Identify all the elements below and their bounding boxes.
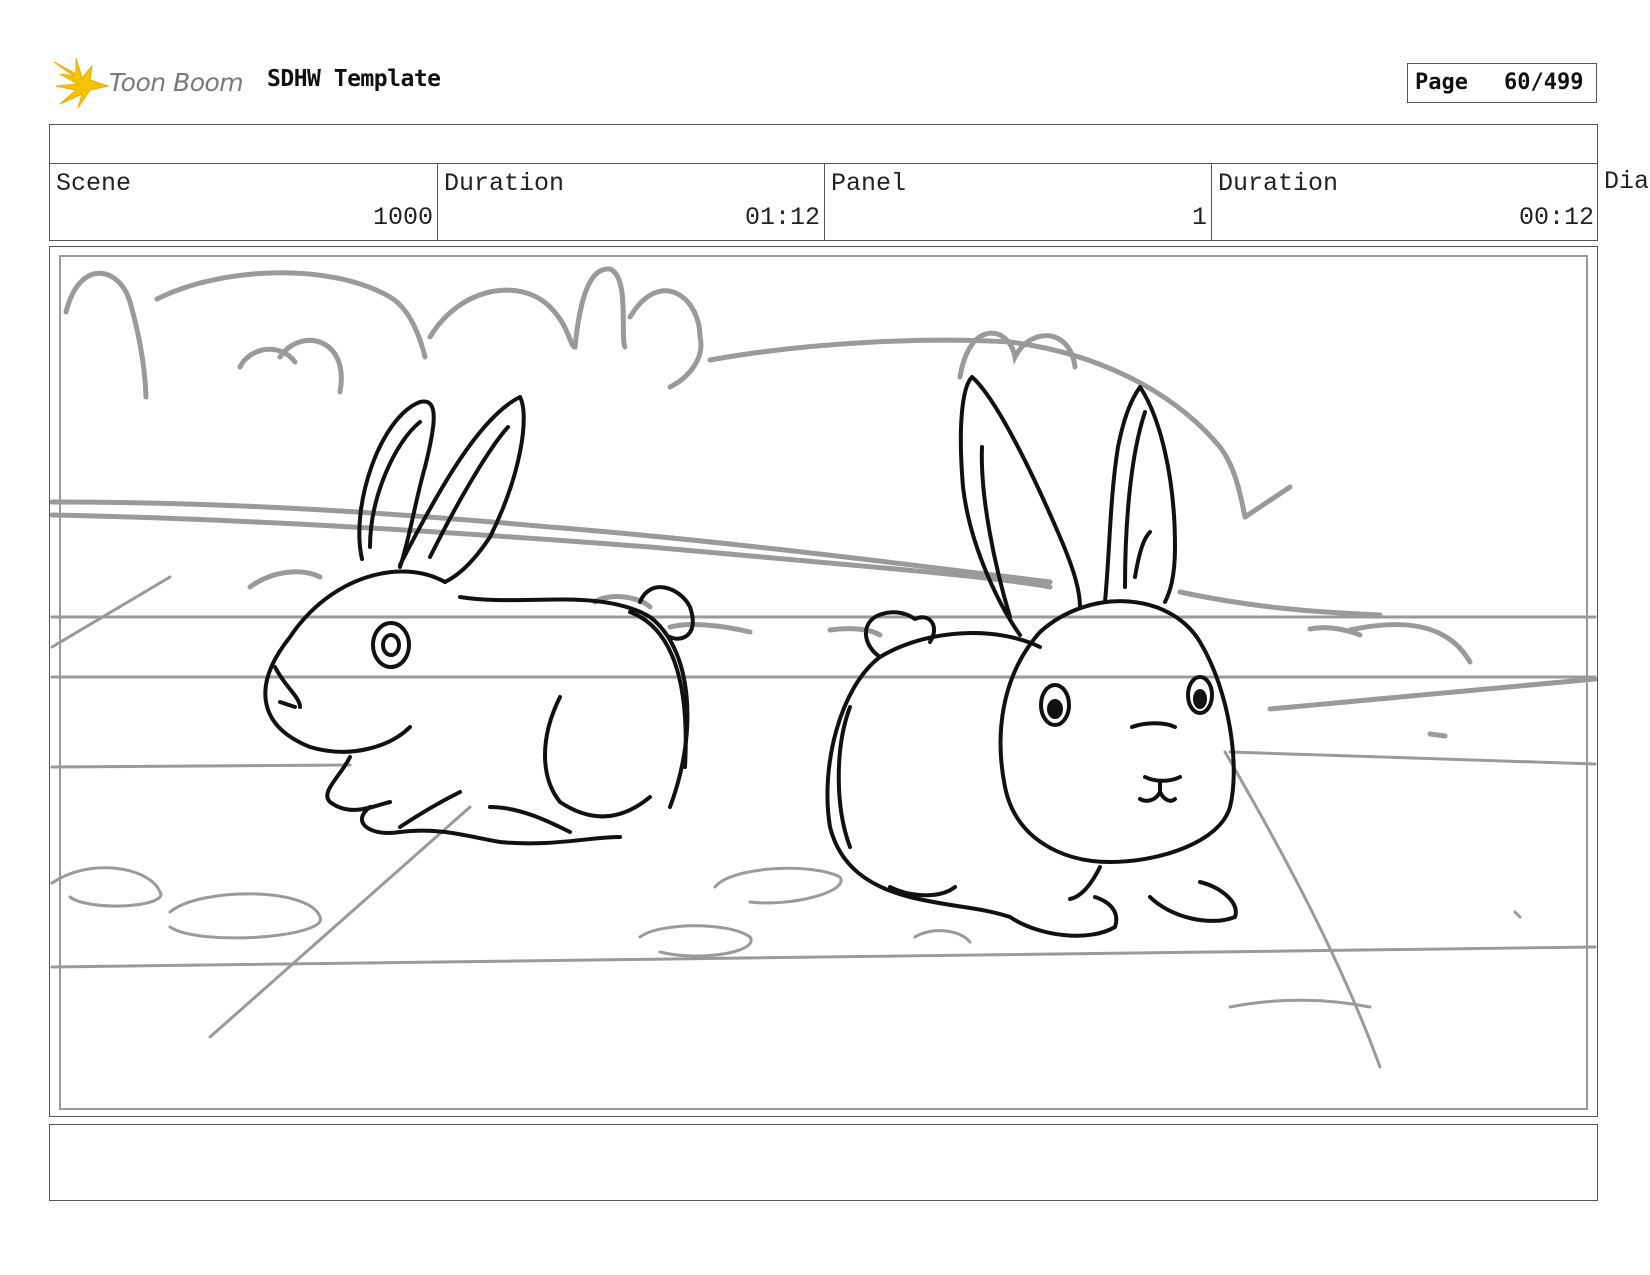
dialogue-label: Dia <box>1604 167 1650 196</box>
storyboard-panel <box>49 246 1598 1117</box>
panel-duration-value: 00:12 <box>1518 203 1594 232</box>
toon-boom-starburst-icon <box>53 57 110 109</box>
document-title: SDHW Template <box>267 66 441 92</box>
scene-value: 1000 <box>372 203 433 232</box>
scene-duration-value: 01:12 <box>744 203 820 232</box>
panel-label: Panel <box>831 169 907 198</box>
panel-value: 1 <box>1191 203 1207 232</box>
panel-duration-label: Duration <box>1218 169 1339 198</box>
page-indicator: Page 60/499 <box>1407 63 1597 103</box>
scene-duration-cell: Duration 01:12 <box>437 164 824 240</box>
toon-boom-logo: Toon Boom <box>52 56 252 112</box>
left-rabbit <box>263 395 695 846</box>
page-label: Page <box>1415 70 1468 95</box>
panel-cell: Panel 1 <box>824 164 1211 240</box>
scene-label: Scene <box>56 169 132 198</box>
background-sketch <box>50 266 1597 739</box>
page-value: 60/499 <box>1504 70 1584 95</box>
action-notes-box <box>49 1124 1598 1201</box>
scene-cell: Scene 1000 <box>50 164 437 240</box>
safe-frame <box>59 255 1588 1110</box>
panel-drawing <box>50 255 1597 1110</box>
logo-text: Toon Boom <box>109 68 244 97</box>
scene-info-table: Scene 1000 Duration 01:12 Panel 1 Durati… <box>49 124 1598 241</box>
ground-lines <box>50 575 1597 1069</box>
right-rabbit <box>825 375 1238 938</box>
panel-duration-cell: Duration 00:12 <box>1211 164 1598 240</box>
scene-duration-label: Duration <box>444 169 565 198</box>
sequence-row <box>50 125 1597 164</box>
